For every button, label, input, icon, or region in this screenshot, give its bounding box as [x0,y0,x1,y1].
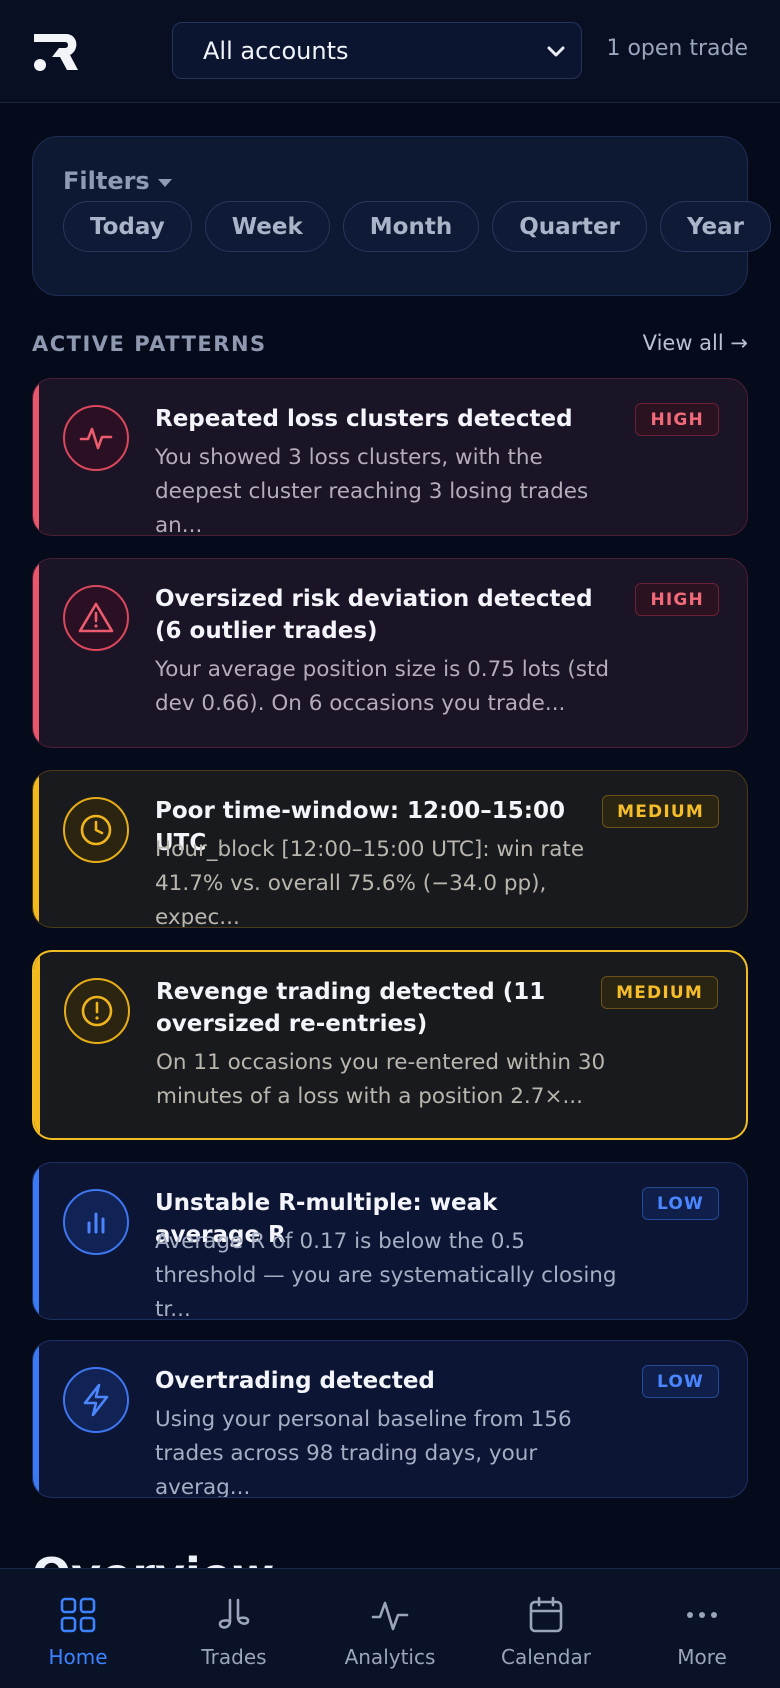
top-bar: All accounts 1 open trade [0,0,780,103]
filter-chip-week[interactable]: Week [204,201,330,252]
bottom-nav: Home Trades Analytics Calendar More [0,1568,780,1688]
severity-stripe [33,1341,39,1497]
filter-chip-year[interactable]: Year [659,201,771,252]
pulse-icon [371,1601,409,1631]
nav-label: Analytics [344,1645,436,1669]
nav-label: More [677,1645,727,1669]
pattern-description: Your average position size is 0.75 lots … [155,657,610,716]
severity-stripe [33,1163,39,1319]
period-filter-chips: Today Week Month Quarter Year [63,201,771,252]
severity-badge: LOW [641,1365,719,1398]
pattern-card[interactable]: Poor time-window: 12:00–15:00 UTC Hour_b… [32,770,748,928]
severity-badge: HIGH [635,583,719,616]
pattern-title: Overtrading detected [155,1368,435,1394]
pattern-card-selected[interactable]: Revenge trading detected (11 oversized r… [32,950,748,1140]
open-trades-count[interactable]: 1 open trade [606,36,748,61]
pattern-card[interactable]: Overtrading detected Using your personal… [32,1340,748,1498]
pattern-description: On 11 occasions you re-entered within 30… [156,1050,606,1109]
pattern-description: Hour_block [12:00–15:00 UTC]: win rate 4… [155,837,585,928]
section-title: ACTIVE PATTERNS [32,332,267,356]
clock-icon [63,797,129,863]
filter-chip-month[interactable]: Month [342,201,480,252]
nav-analytics[interactable]: Analytics [312,1569,468,1688]
filters-toggle[interactable]: Filters [63,167,172,195]
pattern-title: Revenge trading detected (11 oversized r… [156,979,546,1037]
severity-badge: LOW [641,1187,719,1220]
bar-chart-icon [63,1189,129,1255]
calendar-icon [529,1596,563,1633]
view-all-link[interactable]: View all → [643,331,748,355]
nav-label: Trades [201,1645,267,1669]
filters-label: Filters [63,167,150,195]
severity-badge: MEDIUM [601,976,718,1009]
account-select[interactable]: All accounts [172,22,582,79]
filter-chip-today[interactable]: Today [63,201,192,252]
lightning-icon [63,1367,129,1433]
nav-label: Calendar [501,1645,591,1669]
pattern-title: Repeated loss clusters detected [155,406,573,432]
pattern-description: Using your personal baseline from 156 tr… [155,1407,572,1498]
nav-trades[interactable]: Trades [156,1569,312,1688]
severity-stripe [33,559,39,747]
severity-badge: MEDIUM [602,795,719,828]
nav-label: Home [48,1645,108,1669]
pattern-title: Oversized risk deviation detected (6 out… [155,586,593,644]
pattern-description: Average R of 0.17 is below the 0.5 thres… [155,1229,617,1320]
app-logo[interactable] [32,30,82,74]
trades-icon [218,1598,250,1629]
severity-badge: HIGH [635,403,719,436]
grid-icon [60,1597,96,1633]
more-dots-icon [687,1612,717,1618]
pattern-description: You showed 3 loss clusters, with the dee… [155,445,589,536]
account-select-value: All accounts [203,36,349,65]
nav-home[interactable]: Home [0,1569,156,1688]
caret-down-icon [157,179,172,187]
chevron-down-icon [547,46,565,57]
pulse-icon [63,405,129,471]
filter-chip-quarter[interactable]: Quarter [492,201,647,252]
severity-stripe [33,379,39,535]
pattern-card[interactable]: Unstable R-multiple: weak average R Aver… [32,1162,748,1320]
filters-card: Filters Today Week Month Quarter Year [32,136,771,296]
warning-triangle-icon [63,585,129,651]
severity-stripe [33,771,39,927]
pattern-card[interactable]: Oversized risk deviation detected (6 out… [32,558,748,748]
nav-more[interactable]: More [624,1569,780,1688]
alert-circle-icon [64,978,130,1044]
pattern-card[interactable]: Repeated loss clusters detected You show… [32,378,748,536]
nav-calendar[interactable]: Calendar [468,1569,624,1688]
severity-stripe [34,952,40,1138]
